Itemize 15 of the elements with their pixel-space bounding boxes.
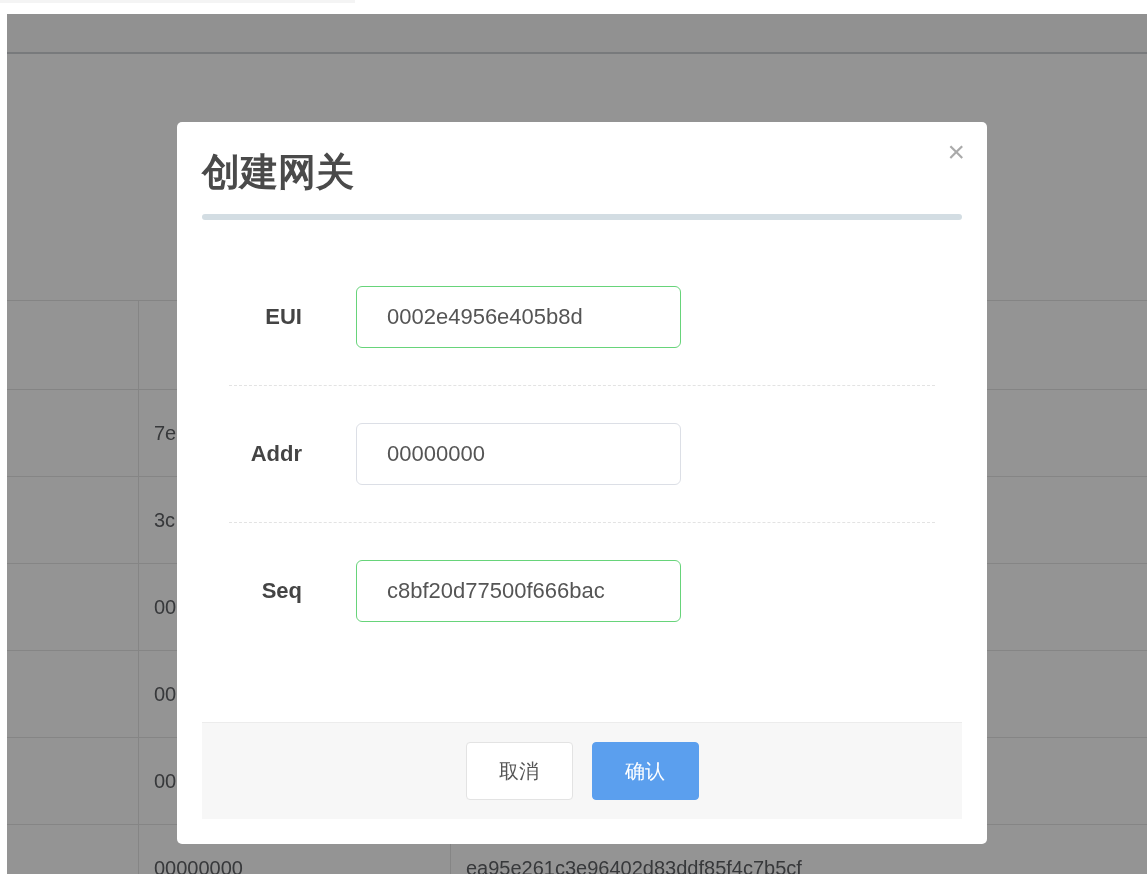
field-label: EUI bbox=[264, 304, 302, 330]
dialog-title: 创建网关 bbox=[202, 150, 354, 195]
table-cell-text: 00 bbox=[153, 682, 177, 706]
table-cell-text: 00 bbox=[153, 769, 177, 793]
table-cell-text: 7e bbox=[153, 421, 177, 445]
input-field[interactable]: 00000000 bbox=[356, 423, 681, 485]
field-label: Seq bbox=[260, 578, 302, 604]
cancel-button[interactable]: 取消 bbox=[465, 742, 573, 800]
table-cell-text: 3c bbox=[153, 508, 176, 532]
field-label: Addr bbox=[249, 441, 302, 467]
table-cell-text: 00000000 bbox=[153, 856, 243, 874]
input-field[interactable]: c8bf20d77500f666bac bbox=[356, 560, 681, 622]
table-cell-text: ea95e261c3e96402d83ddf85f4c7b5cf bbox=[465, 856, 802, 874]
input-field[interactable]: 0002e4956e405b8d bbox=[356, 286, 681, 348]
table-cell-text: 00 bbox=[153, 595, 177, 619]
